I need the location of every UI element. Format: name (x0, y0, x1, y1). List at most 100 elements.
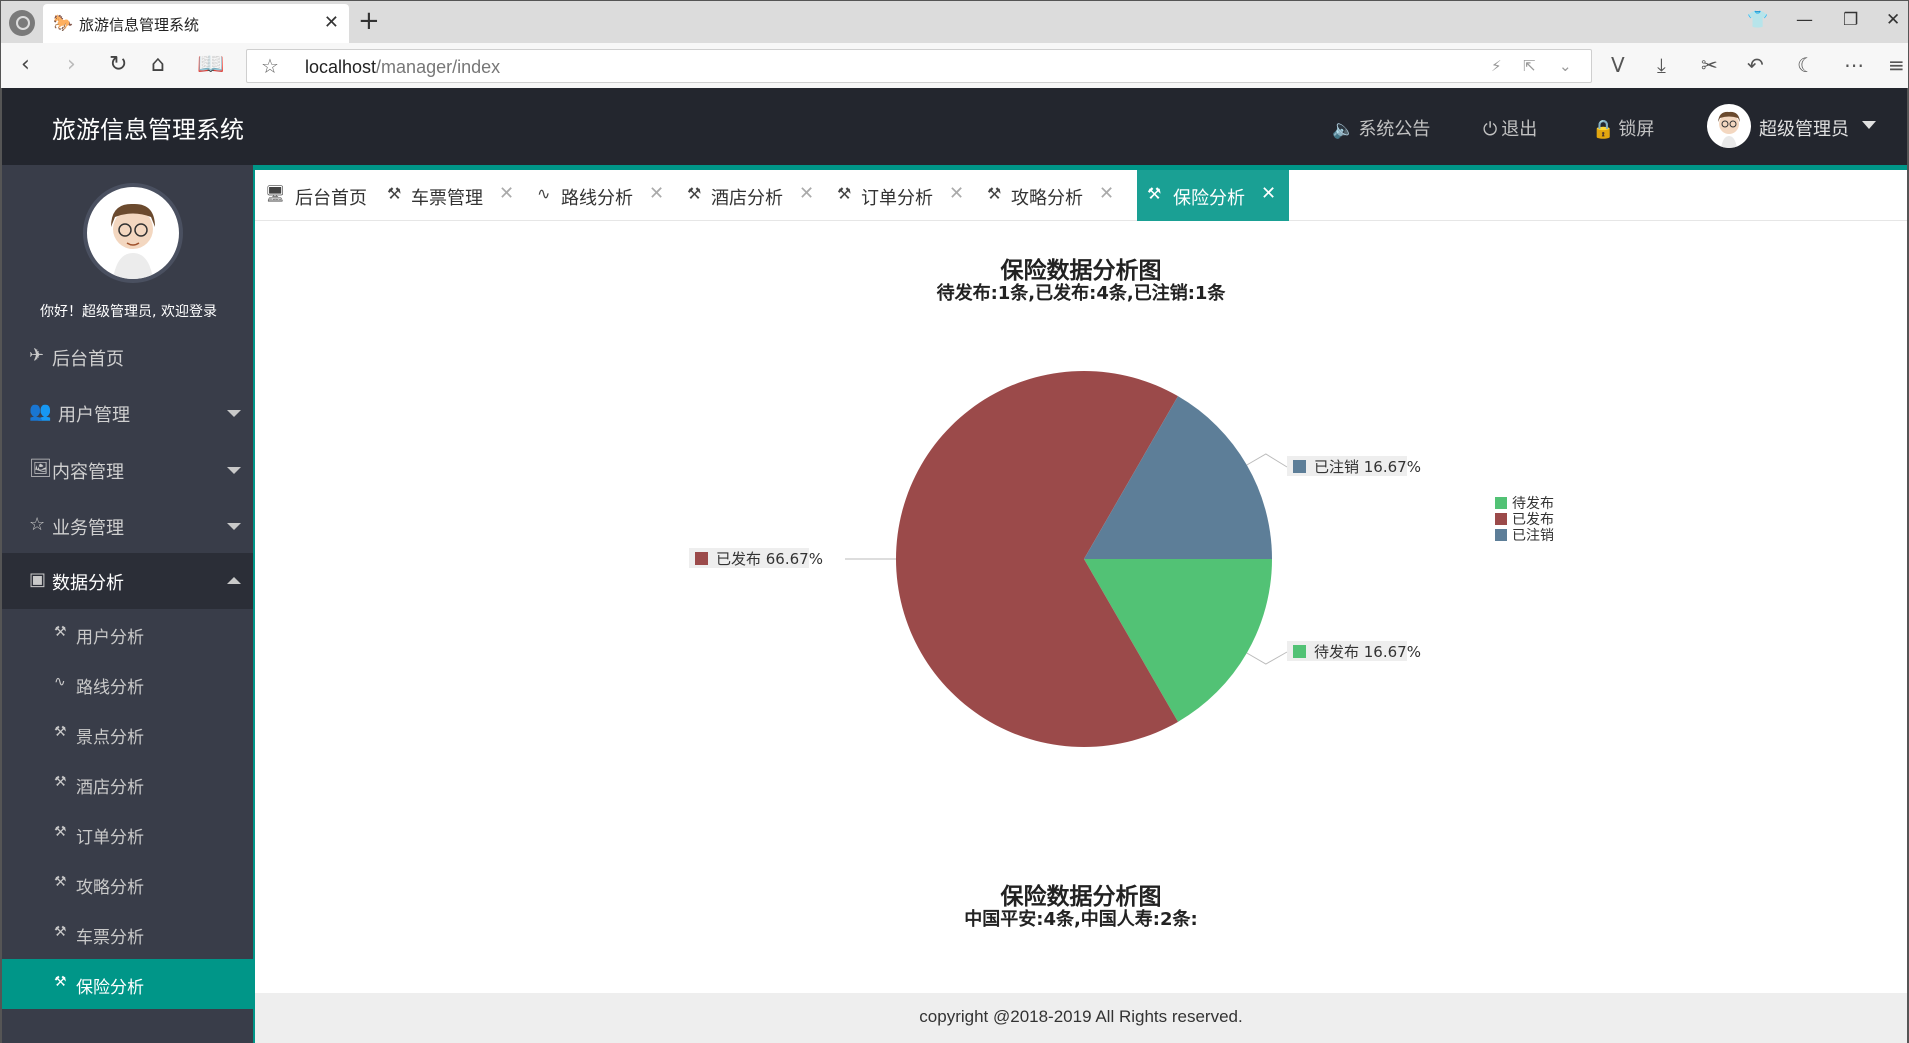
moon-icon[interactable]: ☾ (1797, 53, 1815, 77)
menu-icon[interactable]: ≡ (1888, 53, 1905, 77)
tab-ticket-management[interactable]: ⚒ 车票管理 ✕ (377, 170, 527, 221)
chevron-down-icon[interactable]: ⌄ (1559, 57, 1572, 75)
avatar-face-icon (1718, 111, 1740, 148)
legend-entry[interactable]: 已注销 (1512, 528, 1554, 544)
sidebar-subitem-insurance-analysis[interactable]: ⚒ 保险分析 (2, 959, 253, 1009)
avatar-face-icon (111, 203, 155, 279)
sidebar-subitem-route-analysis[interactable]: ∿ 路线分析 (2, 659, 253, 709)
tools-icon: ⚒ (54, 874, 67, 890)
address-bar[interactable]: ☆ localhost/manager/index ⚡ ⇱ ⌄ (246, 49, 1592, 83)
tools-icon: ⚒ (387, 184, 402, 203)
sidebar-item-data-analysis[interactable]: ▣ 数据分析 (2, 553, 253, 609)
legend-entry[interactable]: 已发布 (1512, 512, 1554, 528)
tools-icon: ⚒ (54, 774, 67, 790)
v-extension-icon[interactable]: V (1611, 53, 1625, 77)
legend-swatch[interactable] (1495, 529, 1507, 541)
shirt-icon[interactable]: 👕 (1747, 10, 1768, 30)
avatar[interactable] (1707, 104, 1751, 148)
data-label: 待发布 16.67% (1314, 643, 1421, 661)
sidebar-item-label: 数据分析 (52, 573, 124, 594)
close-icon[interactable]: ✕ (649, 183, 664, 204)
sidebar-subitem-user-analysis[interactable]: ⚒ 用户分析 (2, 609, 253, 659)
restore-button[interactable]: ❐ (1843, 10, 1858, 30)
home-button[interactable]: ⌂ (151, 53, 165, 77)
back-button[interactable]: ‹ (21, 53, 30, 77)
tools-icon: ⚒ (1147, 184, 1162, 203)
sidebar-item-content[interactable]: 🖼 内容管理 (2, 442, 253, 498)
close-icon[interactable]: ✕ (1099, 183, 1114, 204)
sidebar-subitem-scenic-analysis[interactable]: ⚒ 景点分析 (2, 709, 253, 759)
sidebar-item-label: 用户管理 (58, 405, 130, 426)
pulse-icon: ∿ (537, 184, 551, 203)
sidebar-subitem-order-analysis[interactable]: ⚒ 订单分析 (2, 809, 253, 859)
minimize-button[interactable]: — (1796, 10, 1813, 30)
url-text: localhost/manager/index (305, 57, 500, 78)
scissors-icon[interactable]: ✂ (1701, 53, 1718, 77)
legend-swatch[interactable] (1495, 513, 1507, 525)
reload-button[interactable]: ↻ (109, 53, 127, 77)
tab-label: 保险分析 (1173, 188, 1245, 209)
star-icon: ☆ (29, 514, 46, 535)
legend-entry[interactable]: 待发布 (1512, 496, 1554, 512)
sidebar-subitem-label: 用户分析 (76, 628, 144, 648)
close-icon[interactable]: ✕ (1261, 183, 1276, 204)
sidebar-subitem-label: 订单分析 (76, 828, 144, 848)
sidebar-subitem-label: 酒店分析 (76, 778, 144, 798)
tab-hotel-analysis[interactable]: ⚒ 酒店分析 ✕ (677, 170, 827, 221)
reader-icon[interactable]: 📖 (197, 53, 224, 77)
download-icon[interactable]: ⤓ (1657, 53, 1666, 77)
new-tab-button[interactable]: + (358, 6, 380, 36)
bookmark-star-icon[interactable]: ☆ (261, 54, 279, 78)
tab-home[interactable]: 🖥 后台首页 (255, 170, 377, 221)
sidebar-item-label: 后台首页 (52, 349, 124, 370)
url-host: localhost (305, 57, 377, 77)
speaker-icon: 🔈 (1332, 119, 1355, 140)
url-path: /manager/index (376, 57, 501, 77)
caret-up-icon (227, 577, 241, 584)
close-window-button[interactable]: ✕ (1886, 10, 1900, 30)
tab-route-analysis[interactable]: ∿ 路线分析 ✕ (527, 170, 677, 221)
lightning-icon[interactable]: ⚡ (1491, 57, 1502, 75)
sidebar-subitem-label: 路线分析 (76, 678, 144, 698)
sidebar-subitem-hotel-analysis[interactable]: ⚒ 酒店分析 (2, 759, 253, 809)
close-tab-icon[interactable]: ✕ (324, 12, 339, 33)
sidebar-item-business[interactable]: ☆ 业务管理 (2, 498, 253, 554)
image-icon: 🖼 (29, 458, 52, 479)
undo-icon[interactable]: ↶ (1747, 53, 1764, 77)
browser-toolbar: ‹ › ↻ ⌂ 📖 ☆ localhost/manager/index ⚡ ⇱ … (1, 43, 1908, 89)
caret-down-icon[interactable] (1862, 121, 1876, 129)
callout-line (1246, 651, 1288, 665)
notice-link[interactable]: 🔈 系统公告 (1332, 115, 1430, 141)
tab-insurance-analysis[interactable]: ⚒ 保险分析 ✕ (1137, 170, 1289, 221)
sidebar-item-users[interactable]: 👥 用户管理 (2, 385, 253, 441)
callout-swatch (1293, 460, 1306, 473)
tab-label: 订单分析 (861, 188, 933, 209)
tab-guide-analysis[interactable]: ⚒ 攻略分析 ✕ (977, 170, 1127, 221)
sidebar-item-home[interactable]: ✈ 后台首页 (2, 329, 253, 385)
notice-label: 系统公告 (1358, 119, 1431, 140)
user-menu[interactable]: 超级管理员 (1759, 115, 1849, 141)
sidebar-subitem-guide-analysis[interactable]: ⚒ 攻略分析 (2, 859, 253, 909)
chart2-subtitle: 中国平安:4条,中国人寿:2条: (964, 909, 1198, 930)
sidebar-item-label: 内容管理 (52, 462, 124, 483)
lock-link[interactable]: 🔒 锁屏 (1592, 115, 1654, 141)
forward-button[interactable]: › (67, 53, 76, 77)
data-label: 已注销 16.67% (1314, 458, 1421, 476)
close-icon[interactable]: ✕ (799, 183, 814, 204)
browser-tabstrip: 🐎 旅游信息管理系统 ✕ + 👕 — ❐ ✕ (1, 1, 1908, 43)
more-icon[interactable]: ⋯ (1844, 53, 1864, 77)
sidebar-subitem-ticket-analysis[interactable]: ⚒ 车票分析 (2, 909, 253, 959)
legend-swatch[interactable] (1495, 497, 1507, 509)
close-icon[interactable]: ✕ (499, 183, 514, 204)
sidebar-welcome: 你好！超级管理员, 欢迎登录 (40, 304, 217, 320)
app-header: 旅游信息管理系统 🔈 系统公告 ⏻ 退出 🔒 锁屏 超级管理员 (0, 88, 1909, 165)
tab-order-analysis[interactable]: ⚒ 订单分析 ✕ (827, 170, 977, 221)
logout-link[interactable]: ⏻ 退出 (1483, 115, 1537, 141)
close-icon[interactable]: ✕ (949, 183, 964, 204)
favicon-icon: 🐎 (53, 13, 73, 32)
browser-logo-icon[interactable] (9, 10, 35, 36)
share-icon[interactable]: ⇱ (1523, 57, 1536, 75)
sidebar: 你好！超级管理员, 欢迎登录 ✈ 后台首页 👥 用户管理 🖼 内容管理 ☆ 业务… (0, 165, 253, 1043)
tools-icon: ⚒ (54, 724, 67, 740)
browser-tab[interactable]: 🐎 旅游信息管理系统 ✕ (43, 4, 349, 43)
